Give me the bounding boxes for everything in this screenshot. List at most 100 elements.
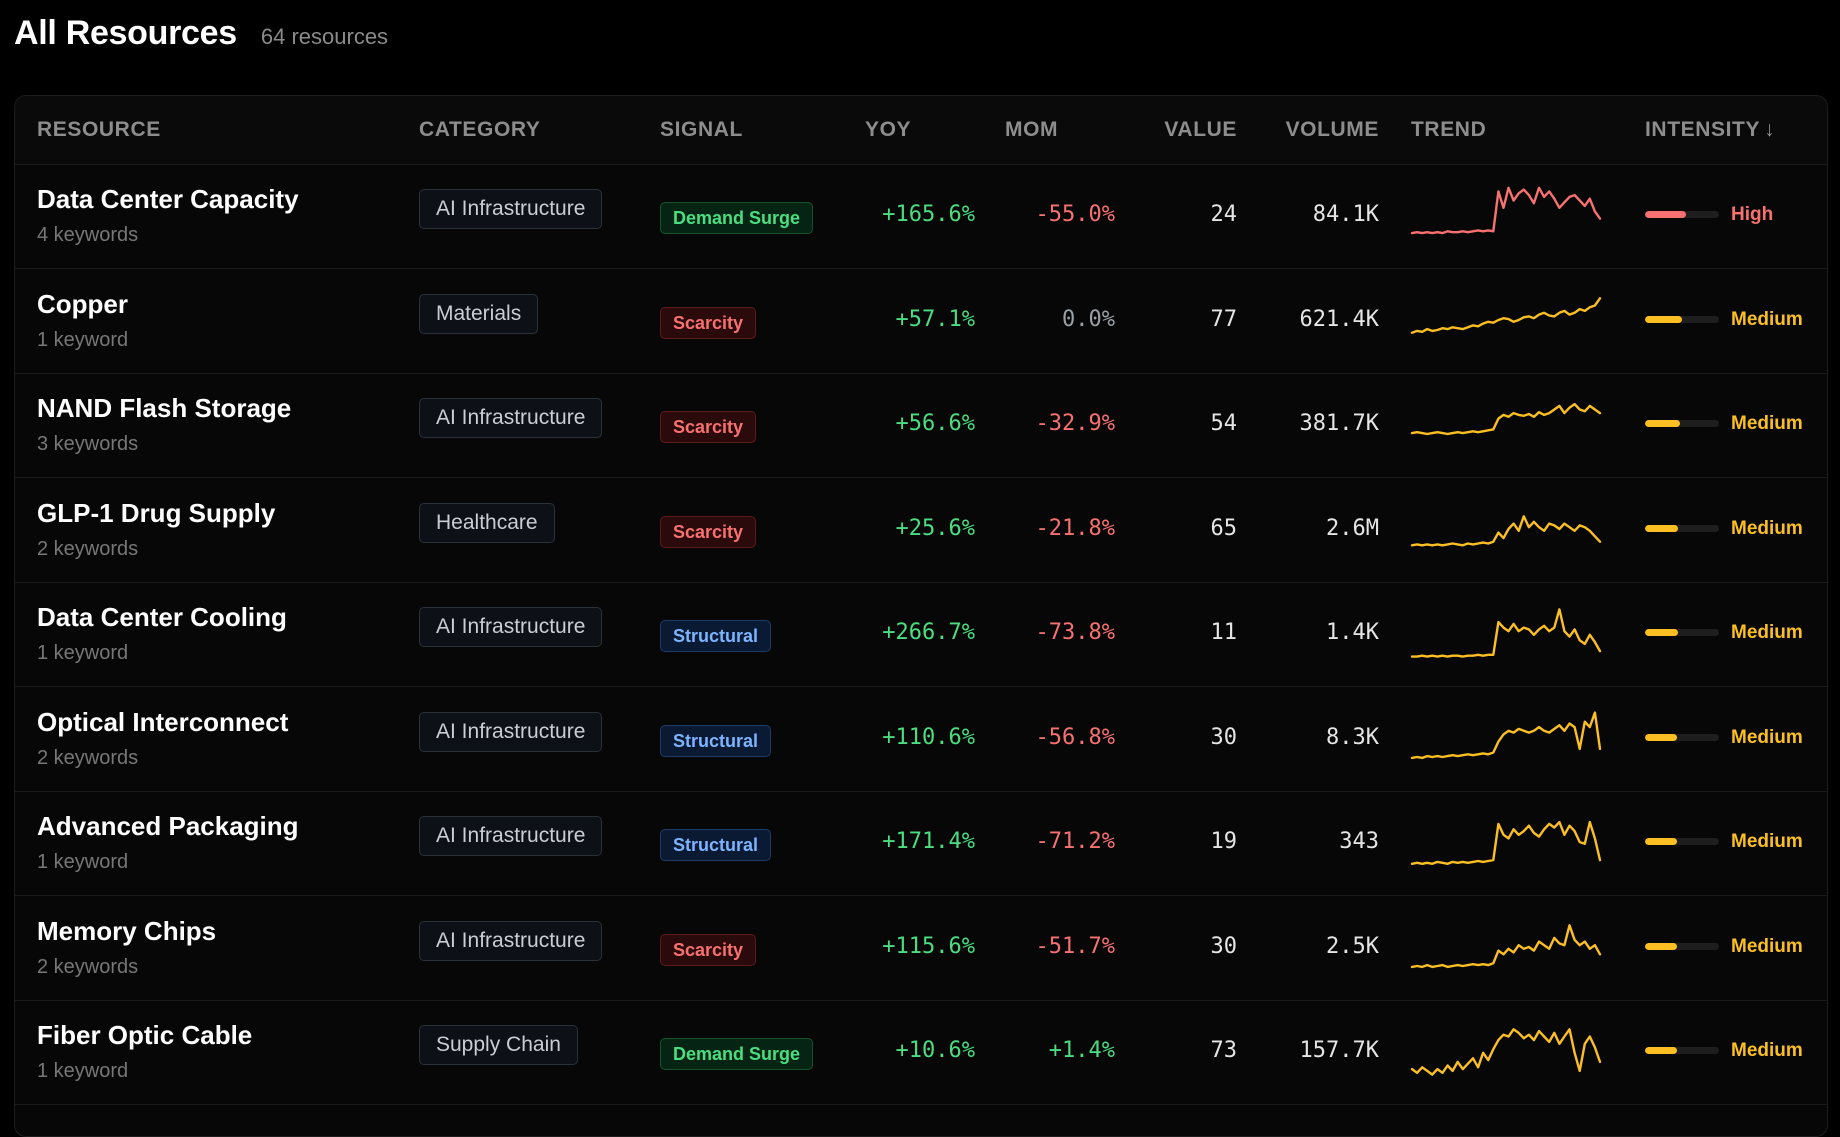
yoy-change: +56.6%: [895, 411, 975, 436]
column-header-trend[interactable]: TREND: [1411, 118, 1486, 142]
sort-descending-icon: ↓: [1764, 118, 1776, 141]
intensity-bar-fill: [1645, 420, 1680, 427]
signal-badge: Scarcity: [660, 306, 757, 339]
resource-name[interactable]: NAND Flash Storage: [37, 393, 291, 424]
mom-change: +1.4%: [1048, 1038, 1115, 1063]
yoy-change: +266.7%: [882, 620, 975, 645]
intensity-label: High: [1731, 204, 1774, 225]
resource-name[interactable]: Data Center Cooling: [37, 602, 287, 633]
volume-cell: 1.4K: [1326, 620, 1379, 645]
volume-cell: 84.1K: [1312, 202, 1379, 227]
table-row[interactable]: Fiber Optic Cable 1 keyword Supply Chain…: [15, 1000, 1827, 1105]
mom-change: -56.8%: [1035, 724, 1115, 750]
intensity-label: Medium: [1731, 1040, 1803, 1061]
intensity-label: Medium: [1731, 413, 1803, 434]
intensity-bar: [1645, 524, 1719, 532]
intensity-bar-fill: [1645, 629, 1679, 636]
table-row[interactable]: Memory Chips 2 keywords AI Infrastructur…: [15, 896, 1827, 1001]
yoy-change: +110.6%: [882, 724, 975, 750]
category-badge: Materials: [419, 293, 539, 334]
mom-change: -73.8%: [1035, 620, 1115, 645]
trend-line: [1410, 923, 1602, 968]
mom-change: -21.8%: [1035, 515, 1115, 541]
column-header-mom[interactable]: MOM: [1005, 118, 1058, 142]
value-cell: 65: [1210, 515, 1238, 541]
intensity-bar: [1645, 420, 1719, 427]
trend-sparkline: [1410, 600, 1602, 664]
page-header: All Resources 64 resources: [14, 14, 388, 53]
trend-line: [1410, 820, 1602, 865]
intensity-label: Medium: [1731, 308, 1803, 330]
column-header-value[interactable]: VALUE: [1115, 118, 1237, 142]
intensity-bar-fill: [1645, 524, 1679, 532]
intensity-label: Medium: [1731, 726, 1803, 748]
value-cell: 77: [1210, 306, 1238, 332]
keyword-count: 1 keyword: [37, 851, 129, 873]
intensity-bar: [1645, 211, 1719, 218]
category-badge: AI Infrastructure: [419, 920, 603, 961]
table-row[interactable]: Data Center Capacity 4 keywords AI Infra…: [15, 164, 1827, 269]
signal-badge: Structural: [660, 620, 772, 652]
volume-cell: 8.3K: [1326, 724, 1379, 750]
table-row[interactable]: Data Center Cooling 1 keyword AI Infrast…: [15, 582, 1827, 687]
mom-change: -55.0%: [1035, 202, 1115, 227]
intensity-bar-fill: [1645, 315, 1682, 323]
yoy-change: +25.6%: [895, 515, 975, 541]
volume-cell: 381.7K: [1299, 411, 1379, 436]
column-header-yoy[interactable]: YOY: [865, 118, 911, 142]
resource-name[interactable]: Copper: [37, 289, 128, 320]
signal-badge: Structural: [660, 829, 772, 861]
intensity-bar: [1645, 838, 1719, 845]
keyword-count: 1 keyword: [37, 328, 129, 351]
intensity-bar-fill: [1645, 1047, 1677, 1054]
value-cell: 30: [1210, 724, 1238, 750]
table-row[interactable]: Optical Interconnect 2 keywords AI Infra…: [15, 687, 1827, 792]
category-badge: AI Infrastructure: [419, 189, 603, 229]
table-row[interactable]: Copper 1 keyword Materials Scarcity +57.…: [15, 269, 1827, 374]
yoy-change: +171.4%: [882, 829, 975, 854]
resource-name[interactable]: Advanced Packaging: [37, 811, 299, 842]
trend-sparkline: [1410, 705, 1602, 769]
value-cell: 24: [1210, 202, 1238, 227]
resource-name[interactable]: Optical Interconnect: [37, 707, 288, 738]
value-cell: 73: [1210, 1038, 1238, 1063]
intensity-label: Medium: [1731, 831, 1803, 852]
table-row[interactable]: GLP-1 Drug Supply 2 keywords Healthcare …: [15, 478, 1827, 583]
page-title: All Resources: [14, 14, 237, 52]
resource-name[interactable]: GLP-1 Drug Supply: [37, 498, 275, 529]
signal-badge: Demand Surge: [660, 1038, 814, 1070]
column-header-intensity[interactable]: INTENSITY ↓: [1645, 118, 1775, 142]
trend-sparkline: [1410, 496, 1602, 560]
signal-badge: Structural: [660, 724, 772, 757]
intensity-label: Medium: [1731, 935, 1803, 957]
column-header-resource[interactable]: RESOURCE: [37, 118, 161, 142]
keyword-count: 1 keyword: [37, 1060, 129, 1082]
trend-sparkline: [1410, 287, 1602, 351]
resource-name[interactable]: Fiber Optic Cable: [37, 1020, 252, 1051]
category-badge: AI Infrastructure: [419, 607, 603, 647]
trend-line: [1410, 296, 1602, 334]
table-header: RESOURCE CATEGORY SIGNAL YOY MOM VALUE V…: [15, 96, 1827, 165]
table-row[interactable]: Advanced Packaging 1 keyword AI Infrastr…: [15, 791, 1827, 896]
resource-name[interactable]: Data Center Capacity: [37, 184, 299, 215]
column-header-category[interactable]: CATEGORY: [419, 118, 540, 142]
category-badge: AI Infrastructure: [419, 816, 603, 856]
table-row[interactable]: NAND Flash Storage 3 keywords AI Infrast…: [15, 373, 1827, 478]
value-cell: 54: [1210, 411, 1238, 436]
intensity-bar: [1645, 942, 1719, 950]
keyword-count: 4 keywords: [37, 224, 139, 246]
column-header-signal[interactable]: SIGNAL: [660, 118, 743, 142]
trend-line: [1410, 186, 1602, 235]
intensity-bar: [1645, 629, 1719, 636]
intensity-bar: [1645, 1047, 1719, 1054]
column-header-volume[interactable]: VOLUME: [1255, 118, 1379, 142]
trend-line: [1410, 402, 1602, 436]
resource-name[interactable]: Memory Chips: [37, 916, 216, 947]
intensity-bar-fill: [1645, 211, 1686, 218]
intensity-label: Medium: [1731, 622, 1803, 643]
yoy-change: +115.6%: [882, 933, 975, 959]
volume-cell: 2.6M: [1326, 515, 1379, 541]
trend-line: [1410, 1028, 1602, 1076]
signal-badge: Scarcity: [660, 411, 757, 443]
trend-sparkline: [1410, 1018, 1602, 1082]
